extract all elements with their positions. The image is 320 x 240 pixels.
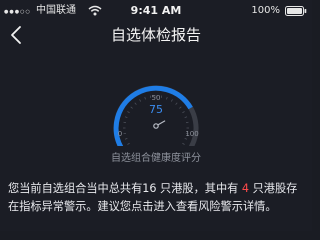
gauge-mid-label: 50 (152, 94, 161, 102)
gauge-tick (144, 96, 146, 100)
gauge-tick (166, 96, 168, 100)
gauge-tick (124, 138, 128, 140)
page-title: 自选体检报告 (110, 26, 201, 44)
gauge-tick (184, 138, 188, 140)
gauge-needle (157, 120, 166, 126)
status-bar: ●●●○○ 中国联通 9:41 AM 100% (0, 0, 312, 22)
gauge-tick (175, 102, 178, 105)
gauge-tick (139, 99, 142, 102)
gauge-min-label: 0 (118, 130, 122, 138)
gauge-tick (130, 106, 133, 109)
screen: ●●●○○ 中国联通 9:41 AM 100% 自选体检报告 0 50 100 … (0, 0, 312, 231)
battery-percentage: 100% (251, 5, 280, 16)
gauge-caption: 自选组合健康度评分 (111, 153, 201, 164)
gauge-tick (134, 102, 137, 105)
gauge-tick (184, 116, 188, 118)
health-score-gauge: 0 50 100 75 (113, 85, 199, 146)
gauge-tick (170, 99, 173, 102)
gauge-tick (182, 111, 185, 114)
gauge-max-label: 100 (185, 130, 198, 138)
abnormal-stock-count: 4 (238, 182, 253, 195)
risk-summary-message[interactable]: 您当前自选组合当中总共有16 只港股，其中有 4 只港股存在指标异常警示。建议您… (8, 180, 306, 216)
gauge-tick (182, 142, 185, 145)
gauge-tick (127, 111, 130, 114)
gauge-needle-hub (153, 123, 159, 129)
gauge-tick (124, 116, 128, 118)
gauge-score-value: 75 (149, 103, 163, 116)
message-text-start: 您当前自选组合当中总共有16 只港股，其中有 (8, 182, 239, 195)
gauge-tick (127, 142, 130, 145)
gauge-tick (179, 106, 182, 109)
battery-icon (285, 6, 307, 16)
navigation-bar: 自选体检报告 (0, 22, 312, 50)
